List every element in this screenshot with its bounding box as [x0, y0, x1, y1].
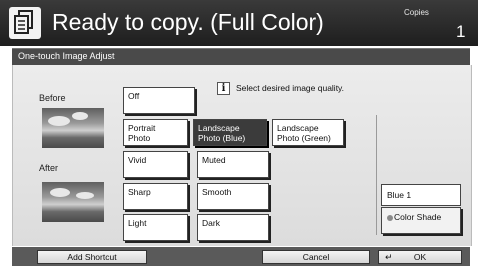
status-message: Ready to copy. (Full Color) [52, 9, 324, 35]
before-preview-image [42, 108, 104, 148]
copies-label: Copies [404, 8, 429, 17]
option-light-button[interactable]: Light [123, 214, 188, 241]
option-portrait-photo-button[interactable]: Portrait Photo [123, 119, 188, 146]
option-off-button[interactable]: Off [123, 87, 195, 114]
panel-title: One-touch Image Adjust [18, 51, 115, 61]
info-icon: i [217, 82, 230, 95]
copier-icon [9, 7, 41, 39]
option-smooth-button[interactable]: Smooth [197, 183, 269, 210]
color-shade-button[interactable]: Color Shade [381, 207, 461, 234]
color-shade-value: Blue 1 [381, 184, 461, 206]
option-muted-button[interactable]: Muted [197, 151, 269, 178]
option-landscape-green-button[interactable]: Landscape Photo (Green) [272, 119, 344, 146]
before-label: Before [39, 93, 66, 103]
divider [376, 115, 377, 235]
status-header: Ready to copy. (Full Color) Copies 1 [0, 0, 478, 46]
indicator-dot-icon [387, 214, 393, 221]
color-shade-label: Color Shade [394, 212, 442, 222]
enter-icon: ↵ [385, 252, 393, 262]
cancel-button[interactable]: Cancel [262, 250, 370, 264]
after-preview-image [42, 182, 104, 222]
after-label: After [39, 163, 59, 173]
add-shortcut-button[interactable]: Add Shortcut [37, 250, 147, 264]
ok-label: OK [413, 252, 427, 262]
option-vivid-button[interactable]: Vivid [123, 151, 188, 178]
panel-title-bar: One-touch Image Adjust [12, 48, 470, 65]
option-landscape-blue-button[interactable]: Landscape Photo (Blue) [193, 119, 267, 146]
ok-button[interactable]: ↵ OK [378, 250, 462, 264]
copies-count: 1 [456, 22, 466, 41]
option-sharp-button[interactable]: Sharp [123, 183, 188, 210]
instruction-text: Select desired image quality. [236, 83, 345, 93]
option-dark-button[interactable]: Dark [197, 214, 269, 241]
